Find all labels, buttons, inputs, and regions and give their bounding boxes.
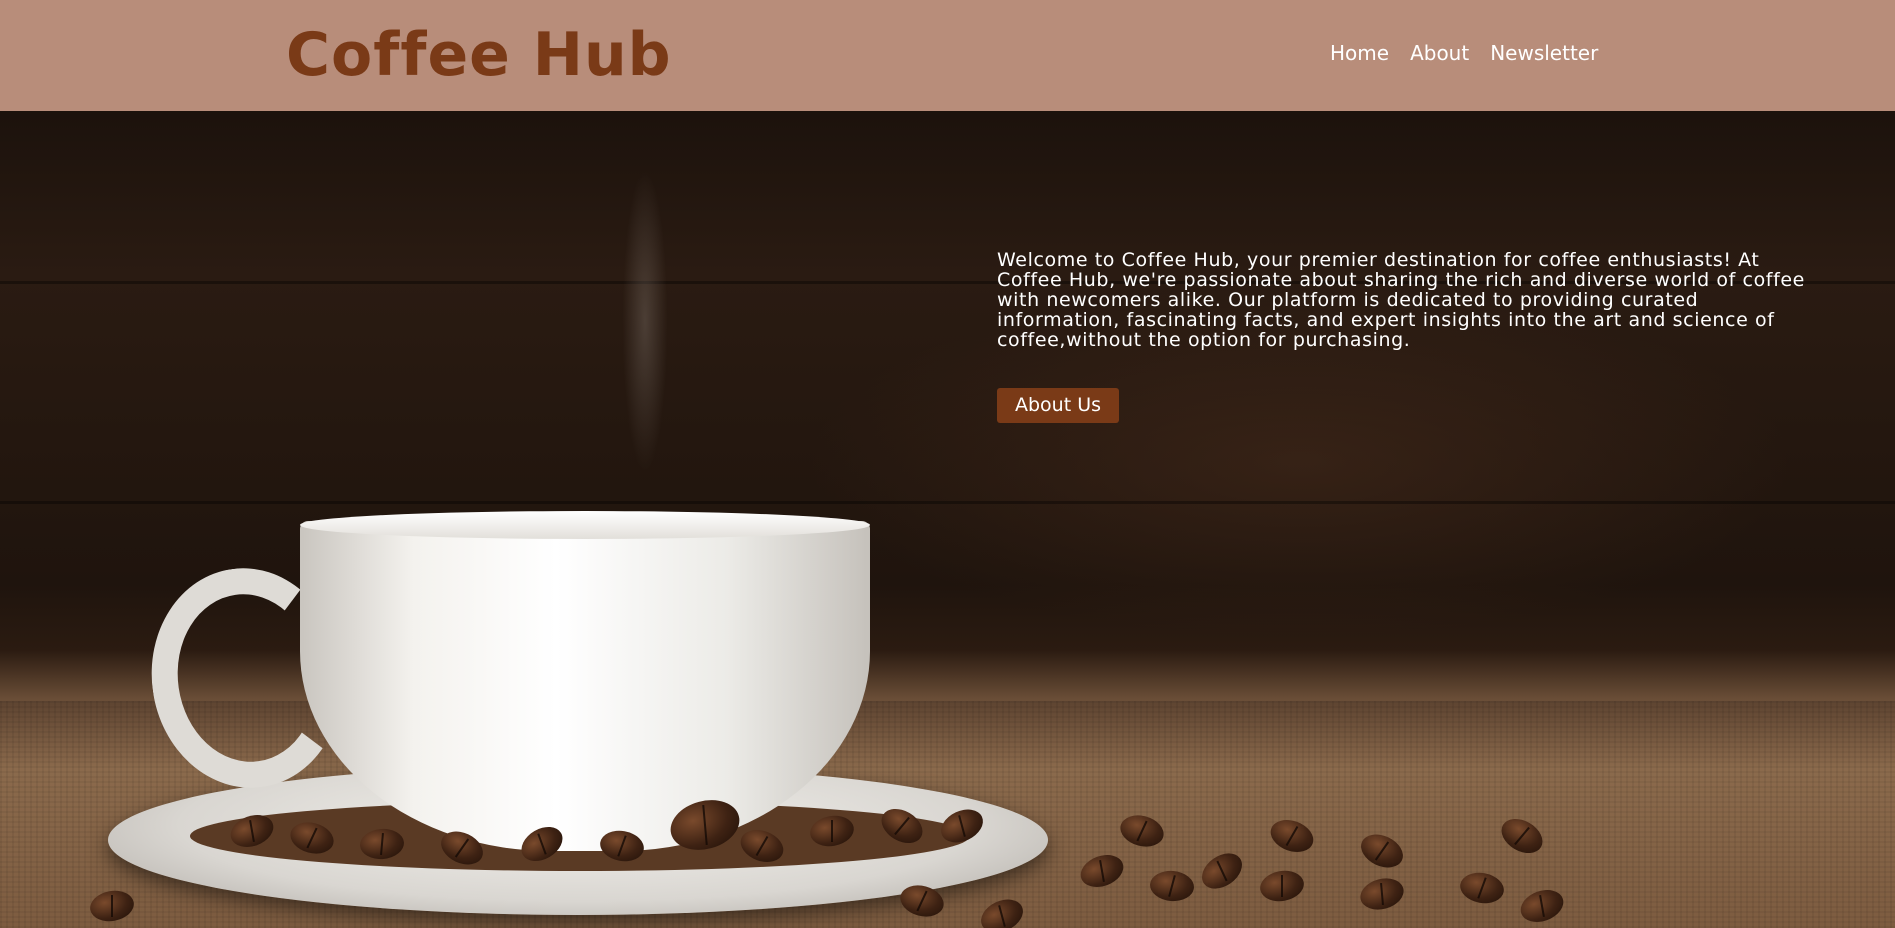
site-logo[interactable]: Coffee Hub (286, 20, 672, 90)
hero-section: Welcome to Coffee Hub, your premier dest… (0, 111, 1895, 928)
coffee-cup-rim-image (300, 511, 870, 539)
nav-link-newsletter[interactable]: Newsletter (1490, 39, 1598, 67)
coffee-cup-image (300, 521, 870, 851)
wood-grain-line (0, 501, 1895, 504)
hero-description: Welcome to Coffee Hub, your premier dest… (997, 249, 1805, 351)
about-us-button[interactable]: About Us (997, 388, 1119, 423)
main-nav: Home About Newsletter (1330, 39, 1598, 67)
page: Coffee Hub Home About Newsletter Welcome… (0, 0, 1895, 928)
nav-link-about[interactable]: About (1410, 39, 1469, 67)
nav-link-home[interactable]: Home (1330, 39, 1389, 67)
site-header: Coffee Hub Home About Newsletter (0, 0, 1895, 111)
steam-image (600, 111, 690, 531)
